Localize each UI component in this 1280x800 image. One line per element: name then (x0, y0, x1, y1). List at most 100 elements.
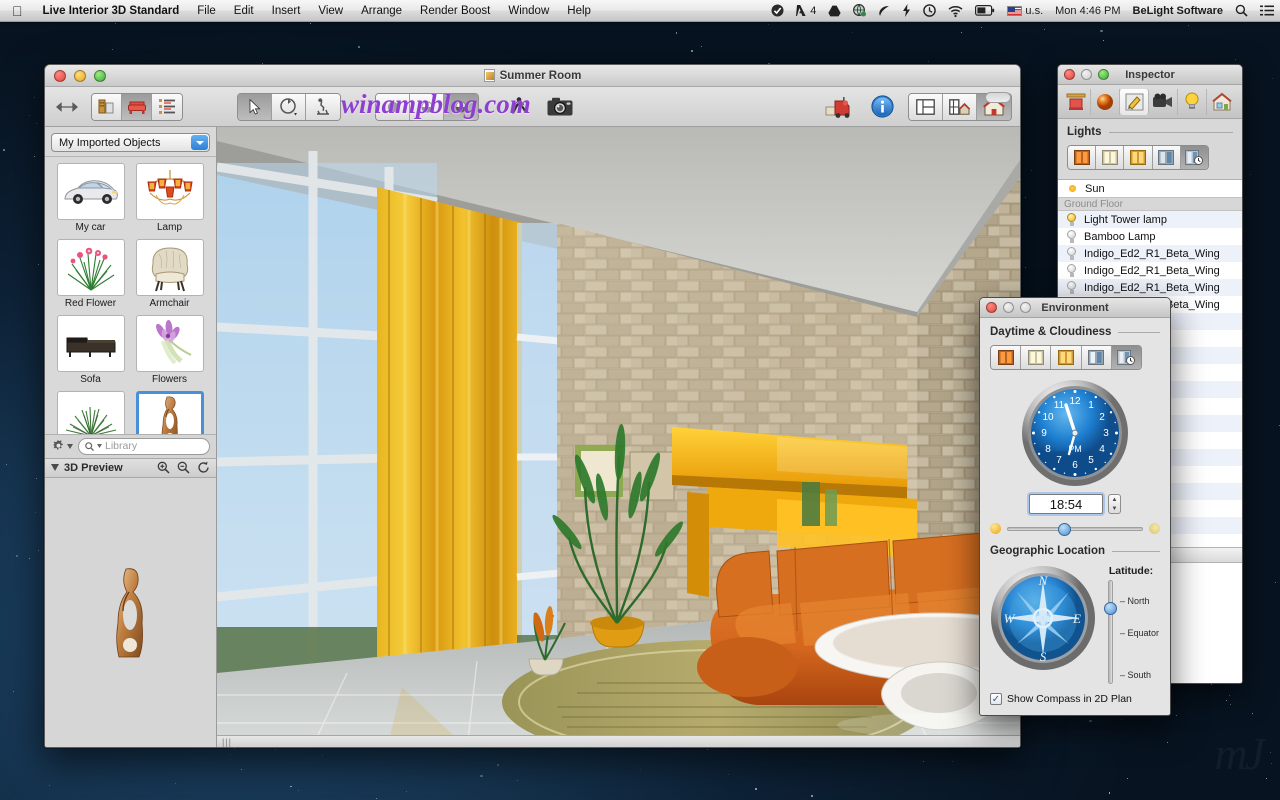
light-time-icon[interactable] (1180, 146, 1208, 169)
lights-tab[interactable] (1178, 88, 1207, 115)
gear-actions-icon[interactable] (51, 439, 73, 454)
toolbar-toggle-pill[interactable] (985, 92, 1011, 103)
stepper-up-down-icon[interactable]: ▲ ▼ (1108, 494, 1121, 514)
menu-insert[interactable]: Insert (263, 5, 310, 17)
object-cell-statue[interactable]: Statue (132, 391, 207, 434)
orbit-rotate-icon[interactable] (272, 93, 306, 120)
environment-titlebar[interactable]: Environment (980, 298, 1170, 318)
edit-tab[interactable] (1120, 88, 1149, 115)
walk-measure-icon[interactable] (306, 93, 340, 120)
time-machine-icon[interactable] (917, 4, 942, 17)
wifi-icon[interactable] (942, 5, 969, 17)
daytime-slider-knob[interactable] (1057, 522, 1071, 536)
menu-arrange[interactable]: Arrange (352, 5, 411, 17)
light-preset-group[interactable] (1067, 145, 1209, 170)
object-cell-lamp[interactable]: Lamp (132, 163, 207, 233)
object-cell-sofa[interactable]: Sofa (53, 315, 128, 385)
list-item[interactable]: Indigo_Ed2_R1_Beta_Wing (1058, 262, 1242, 279)
stepper-up[interactable]: ▲ (1109, 495, 1120, 504)
info-icon[interactable] (866, 94, 898, 120)
render-boost-truck-icon[interactable] (822, 94, 856, 120)
render-button-group[interactable] (375, 92, 479, 121)
zoom-out-icon[interactable] (177, 461, 190, 474)
object-cell-red-flower[interactable]: Red Flower (53, 239, 128, 309)
inspector-tabbar[interactable] (1058, 85, 1242, 119)
menu-render-boost[interactable]: Render Boost (411, 5, 499, 17)
window-titlebar[interactable]: Summer Room (45, 65, 1020, 87)
latitude-slider-knob[interactable] (1104, 602, 1117, 615)
bulb-on-icon[interactable] (1066, 213, 1077, 226)
mode-button-group[interactable] (91, 92, 183, 121)
arrow-select-icon[interactable] (238, 93, 272, 120)
tools-button-group[interactable] (237, 92, 341, 121)
plan-2d-view-icon[interactable] (909, 93, 943, 120)
materials-tab[interactable] (1091, 88, 1120, 115)
daytime-slider-track[interactable] (1007, 522, 1143, 536)
adobe-icon[interactable]: 4 (790, 4, 822, 17)
bulb-off-icon[interactable] (1066, 281, 1077, 294)
menu-file[interactable]: File (188, 5, 225, 17)
battery-icon[interactable] (969, 5, 1001, 16)
camera-tab[interactable] (1149, 88, 1178, 115)
building-icon[interactable] (92, 93, 122, 120)
environment-dialog[interactable]: Environment Daytime & Cloudiness 12 1 2 … (979, 297, 1171, 716)
spotlight-search-icon[interactable] (1229, 4, 1254, 17)
menu-help[interactable]: Help (558, 5, 600, 17)
latitude-slider[interactable]: North Equator South (1103, 580, 1159, 684)
menubar-user[interactable]: BeLight Software (1127, 5, 1229, 17)
menu-app-name[interactable]: Live Interior 3D Standard (34, 5, 189, 17)
inspector-titlebar[interactable]: Inspector (1058, 65, 1242, 85)
notification-center-icon[interactable] (1254, 5, 1280, 16)
daytime-slider-row[interactable] (990, 522, 1160, 536)
list-item[interactable]: Light Tower lamp (1058, 211, 1242, 228)
evernote-icon[interactable] (872, 5, 896, 17)
show-compass-checkbox-row[interactable]: ✓ Show Compass in 2D Plan (990, 693, 1160, 705)
latitude-control[interactable]: Latitude: North Equator South (1102, 565, 1160, 684)
realistic-shading-icon[interactable] (444, 93, 478, 120)
list-item[interactable]: Sun (1058, 180, 1242, 197)
bulb-off-icon[interactable] (1066, 247, 1077, 260)
globe-sync-icon[interactable] (847, 4, 872, 17)
resize-arrows-icon[interactable] (53, 94, 81, 120)
time-input[interactable]: 18:54 (1029, 494, 1103, 514)
resize-grip-icon[interactable]: ||| (222, 737, 232, 747)
google-drive-icon[interactable] (822, 5, 847, 17)
object-cell-armchair[interactable]: Armchair (132, 239, 207, 309)
light-preset-1-icon[interactable] (1068, 146, 1097, 169)
menubar-clock[interactable]: Mon 4:46 PM (1049, 5, 1126, 17)
menu-view[interactable]: View (309, 5, 352, 17)
list-item[interactable]: Indigo_Ed2_R1_Beta_Wing (1058, 245, 1242, 262)
chevron-down-icon[interactable] (191, 135, 208, 150)
compass-rose[interactable]: N E S W (990, 565, 1096, 684)
latitude-slider-track[interactable] (1108, 580, 1113, 684)
camera-icon[interactable] (543, 94, 577, 120)
object-properties-tab[interactable] (1062, 88, 1091, 115)
object-grid[interactable]: My car Lamp Red Flower Armchair Sofa Flo… (45, 157, 216, 434)
menu-edit[interactable]: Edit (225, 5, 263, 17)
preview-zoom-controls[interactable] (157, 461, 210, 474)
bulb-off-icon[interactable] (1066, 230, 1077, 243)
cloudy-preset-icon[interactable] (1081, 346, 1112, 369)
category-popup-button[interactable]: My Imported Objects (51, 133, 210, 152)
list-outline-icon[interactable] (152, 93, 182, 120)
furniture-icon[interactable] (122, 93, 152, 120)
time-entry-row[interactable]: 18:54 ▲ ▼ (990, 494, 1160, 514)
statue-3d-preview[interactable] (45, 477, 216, 747)
sunset-preset-icon[interactable] (991, 346, 1022, 369)
window-toolbar[interactable]: winampblog.com (45, 87, 1020, 127)
object-cell-flowers[interactable]: Flowers (132, 315, 207, 385)
viewport-3d[interactable]: ||| (217, 127, 1020, 747)
smooth-shading-icon[interactable] (410, 93, 444, 120)
clear-day-preset-icon[interactable] (1021, 346, 1052, 369)
light-preset-4-icon[interactable] (1152, 146, 1181, 169)
input-language-flag[interactable]: u.s. (1001, 5, 1049, 17)
main-document-window[interactable]: Summer Room winampblog.com My Imported O… (44, 64, 1021, 748)
menu-window[interactable]: Window (499, 5, 558, 17)
flat-shading-icon[interactable] (376, 93, 410, 120)
object-cell-my-car[interactable]: My car (53, 163, 128, 233)
object-cell-bush[interactable]: Bush (53, 391, 128, 434)
dropbox-check-icon[interactable] (765, 4, 790, 17)
list-item[interactable]: Indigo_Ed2_R1_Beta_Wing (1058, 279, 1242, 296)
apple-logo-icon[interactable]:  (0, 4, 34, 18)
flash-icon[interactable] (896, 4, 917, 17)
